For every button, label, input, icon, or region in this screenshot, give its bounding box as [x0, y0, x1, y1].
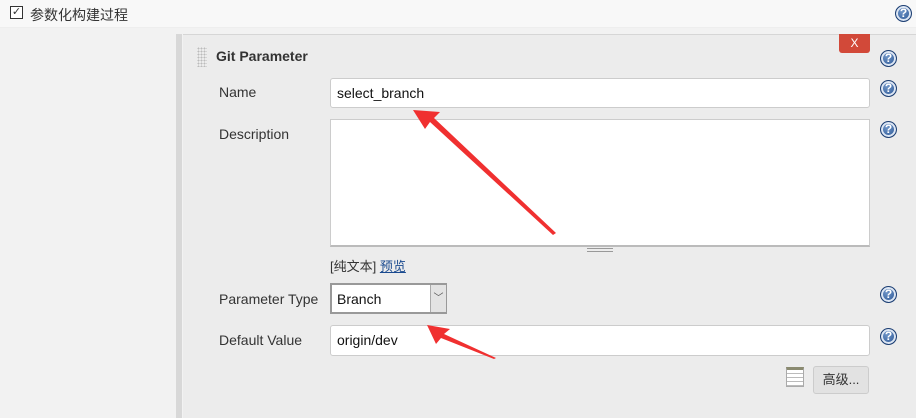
annotation-arrows: [413, 110, 556, 359]
arrow-to-name: [413, 110, 556, 235]
arrow-to-default: [427, 325, 496, 359]
